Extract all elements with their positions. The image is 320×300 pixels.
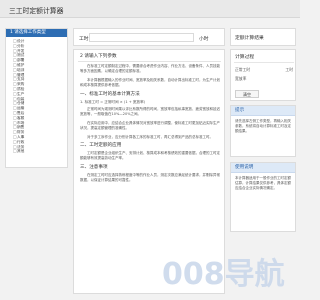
result-value: 工时 [285, 67, 293, 72]
calc-label: 工时 [79, 37, 89, 42]
result-key: 正常工时 [235, 67, 251, 72]
type-tree-panel: 1 请选择工作类型 □设计 □分析 □开发 □测试 □部署 □维护 □培训 □管理 □支持 □采购… [5, 28, 68, 168]
usage-panel: 使用说明 本计算器适用于一般作业的工时定额估算，计算结果仅供参考，具体定额应结合… [230, 162, 296, 232]
tree-item-label: 质检 [17, 86, 25, 91]
calc-unit: 小时 [199, 37, 209, 42]
paragraph: 在实际应用中，应结合企业具体情况对宽放率进行调整，使标准工时更加贴近实际生产状况… [80, 120, 220, 131]
calc-bar: 工时 小时 [73, 28, 225, 46]
tree-item-label: 其他 [17, 149, 25, 154]
result-title: 定额计算结果 [235, 36, 264, 41]
watermark-logo: 008导航 [162, 257, 285, 292]
tree-item-label: 设计 [17, 39, 25, 43]
calc-process-panel: 计算过程 正常工时 工时 宽放率 清空 [230, 49, 296, 101]
section-heading: 二、工时定额的应用 [80, 143, 122, 149]
paragraph: 在标准工时定额制定过程中，需要综合考虑作业内容、作业方法、设备条件、人员技能等多… [80, 64, 220, 74]
result-row: 正常工时 工时 [235, 67, 293, 73]
tree-item-label: 人事 [17, 134, 25, 139]
app-title: 三工时定额计算器 [9, 7, 64, 15]
result-key: 宽放率 [235, 76, 247, 81]
top-bar: 三工时定额计算器 [0, 0, 300, 18]
paragraph: 1. 标准工时 = 正常时间 × (1 + 宽放率) [80, 99, 146, 104]
paragraph: 本计算器根据输入的作业时间、宽放率及相关系数，自动计算出标准工时，为生产计划和成… [80, 77, 220, 88]
tree-title: 1 请选择工作类型 [6, 29, 67, 37]
usage-text: 本计算器适用于一般作业的工时定额估算，计算结果仅供参考，具体定额应结合企业实际情… [235, 176, 291, 190]
result-panel: 定额计算结果 [230, 28, 296, 46]
article-content: 在标准工时定额制定过程中，需要综合考虑作业内容、作业方法、设备条件、人员技能等多… [80, 64, 221, 187]
section-heading: 三、注意事项 [80, 164, 108, 170]
tree-item[interactable]: □其他 [9, 149, 66, 154]
tree-item-label: 销售 [17, 125, 25, 130]
paragraph: 正常时间为观测时间乘以评比系数所得的时间，宽放率包括私事宽放、疲劳宽放和延迟宽放… [80, 107, 220, 117]
tree-item-label: 支持 [17, 77, 25, 82]
hours-input[interactable] [89, 33, 194, 42]
result-row: 宽放率 [235, 76, 293, 82]
tree-item-label: 培训 [17, 67, 25, 72]
tree-item-label: 维护 [17, 62, 25, 67]
tree-item-label: 法务 [17, 144, 25, 149]
type-tree: □设计 □分析 □开发 □测试 □部署 □维护 □培训 □管理 □支持 □采购 □质检 □生产 □包装 □… [9, 39, 66, 154]
tree-item-label: 管理 [17, 72, 25, 77]
clear-button[interactable]: 清空 [235, 90, 259, 98]
tab-divider [78, 61, 221, 62]
tree-item-label: 财务 [17, 130, 25, 135]
tree-item-label: 部署 [17, 58, 25, 63]
section-heading: 一、标准工时的基本计算方法 [80, 91, 140, 97]
calc-process-title: 计算过程 [235, 55, 255, 60]
tree-item-label: 客服 [17, 115, 25, 120]
note-title: 提示 [231, 106, 295, 116]
paragraph: 对于多工序作业，应分别计算各工序的标准工时，再汇总得到产品的总标准工时。 [87, 134, 213, 139]
paragraph: 工时定额是企业组织生产、安排计划、核算成本和考核绩效的重要依据，合理的工时定额能… [80, 151, 220, 161]
svg-text:008导航: 008导航 [162, 257, 285, 292]
note-panel: 提示 请先选择左侧工作类型，再输入相关参数，系统将自动计算标准工时及定额结果。 [230, 105, 296, 157]
tree-item-label: 分析 [17, 43, 25, 48]
tree-item-label: 开发 [17, 48, 25, 53]
divider [234, 62, 294, 63]
tree-item-label: 售后 [17, 110, 25, 115]
tree-item-label: 生产 [17, 91, 25, 96]
tree-item-label: 包装 [17, 96, 25, 101]
tree-item-label: 采购 [17, 82, 25, 87]
tree-item-label: 仓储 [17, 101, 25, 106]
tree-item-label: 行政 [17, 139, 25, 144]
note-text: 请先选择左侧工作类型，再输入相关参数，系统将自动计算标准工时及定额结果。 [235, 119, 291, 133]
paragraph: 在测定工时时应选择熟练程度中等的作业人员，测定次数应满足统计要求，并剔除异常数据… [80, 172, 220, 183]
tree-item-label: 测试 [17, 53, 25, 58]
tree-item-label: 运输 [17, 106, 25, 111]
tab-params[interactable]: 2 请输入下列参数 [80, 53, 117, 59]
tree-item-label: 市场 [17, 120, 25, 125]
usage-title: 使用说明 [231, 163, 295, 173]
